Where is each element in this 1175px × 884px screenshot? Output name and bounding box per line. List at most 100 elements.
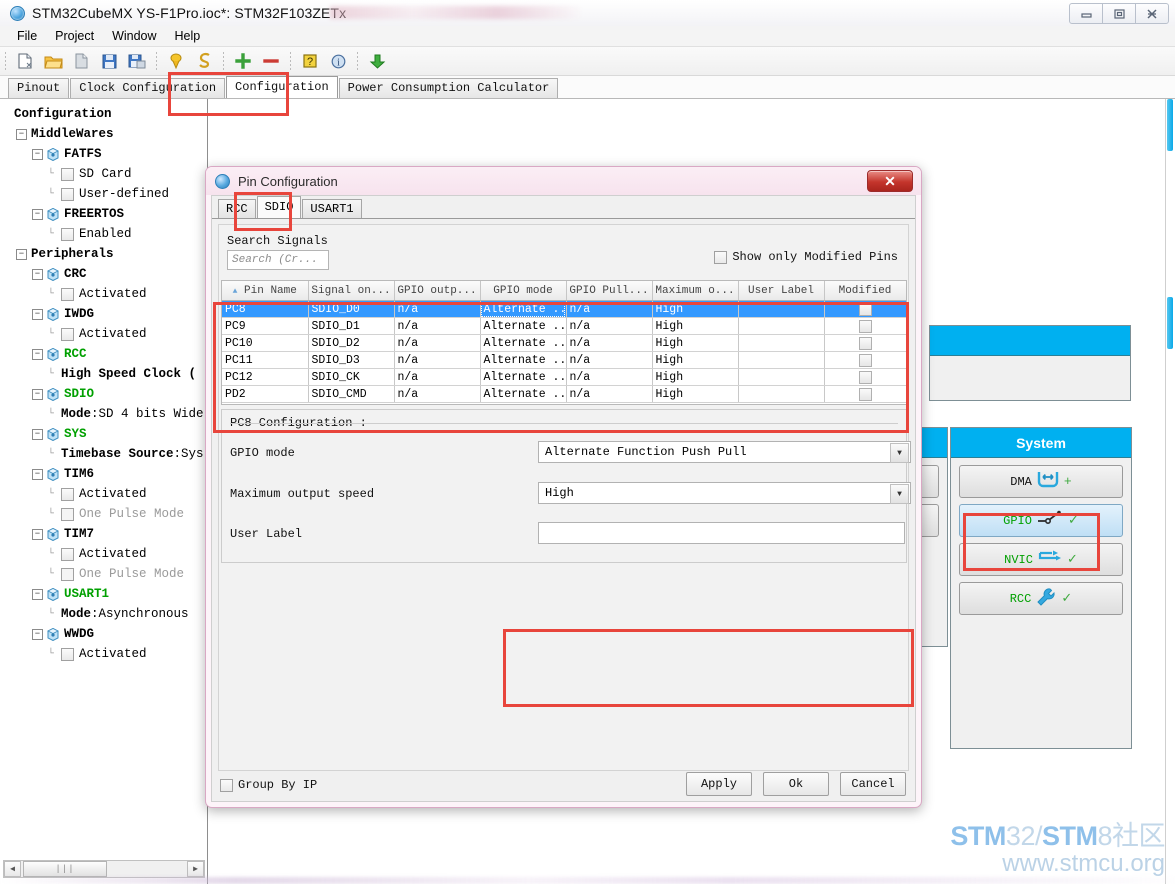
tree-item-freertos[interactable]: − FREERTOS	[6, 204, 207, 224]
scroll-left-arrow-icon[interactable]: ◀	[4, 861, 21, 877]
tree-item-one-pulse-mode[interactable]: └ One Pulse Mode	[6, 504, 207, 524]
tab-power-consumption-calculator[interactable]: Power Consumption Calculator	[338, 78, 559, 98]
tree-checkbox[interactable]	[61, 547, 74, 561]
tree-expander-icon[interactable]: −	[32, 528, 43, 540]
modified-checkbox[interactable]	[858, 302, 872, 316]
gpio-pull-cell[interactable]: n/a	[566, 351, 653, 369]
maximum-output-speed-select[interactable]: High ▼	[538, 482, 911, 504]
import-icon[interactable]	[165, 50, 187, 72]
tree-expander-icon[interactable]: −	[32, 468, 43, 480]
menu-window[interactable]: Window	[103, 28, 165, 44]
tree-expander-icon[interactable]: −	[16, 128, 27, 140]
tree-item-middlewares[interactable]: − MiddleWares	[6, 124, 207, 144]
tree-item-wwdg[interactable]: − WWDG	[6, 624, 207, 644]
apply-button[interactable]: Apply	[686, 772, 752, 796]
tree-item-activated[interactable]: └ Activated	[6, 644, 207, 664]
modified-cell[interactable]	[824, 317, 906, 335]
tree-expander-icon[interactable]: −	[32, 388, 43, 400]
tree-expander-icon[interactable]: −	[32, 428, 43, 440]
tree-item-usart1[interactable]: − USART1	[6, 584, 207, 604]
tree-item-timebase-source-sys[interactable]: └ Timebase Source:Sys	[6, 444, 207, 464]
help-icon[interactable]: ?	[299, 50, 321, 72]
tree-checkbox[interactable]	[61, 187, 74, 201]
user-label-cell[interactable]	[738, 385, 825, 403]
tree-expander-icon[interactable]: −	[32, 628, 43, 640]
tree-expander-icon[interactable]: −	[32, 308, 43, 320]
tree-item-peripherals[interactable]: − Peripherals	[6, 244, 207, 264]
new-file-icon[interactable]	[14, 50, 36, 72]
group-by-ip-checkbox[interactable]	[220, 778, 233, 792]
column-header-user-label[interactable]: User Label	[738, 281, 825, 301]
pin-name-cell[interactable]: PC9	[222, 317, 309, 335]
dialog-close-button[interactable]	[867, 170, 913, 192]
pin-table-container[interactable]: ▲ Pin Name Signal on... GPIO outp... GPI…	[221, 280, 907, 405]
maximum-output-cell[interactable]: High	[652, 368, 739, 386]
tree-horizontal-scrollbar[interactable]: ◀ ||| ▶	[3, 860, 205, 878]
dma-button[interactable]: DMA +	[959, 465, 1123, 498]
tree-expander-icon[interactable]: −	[32, 148, 43, 160]
signal-cell[interactable]: SDIO_D3	[308, 351, 395, 369]
tree-checkbox[interactable]	[61, 287, 74, 301]
tree-item-sdio[interactable]: − SDIO	[6, 384, 207, 404]
modified-checkbox[interactable]	[858, 387, 872, 401]
user-label-cell[interactable]	[738, 317, 825, 335]
user-label-cell[interactable]	[738, 334, 825, 352]
chevron-down-icon[interactable]: ▼	[890, 443, 909, 463]
gpio-mode-select[interactable]: Alternate Function Push Pull ▼	[538, 441, 911, 463]
tree-checkbox[interactable]	[61, 327, 74, 341]
generate-code-icon[interactable]	[193, 50, 215, 72]
save-icon[interactable]	[98, 50, 120, 72]
user-label-cell[interactable]	[738, 368, 825, 386]
tab-pinout[interactable]: Pinout	[8, 78, 70, 98]
modified-cell[interactable]	[824, 368, 906, 386]
pin-table-row[interactable]: PC9 SDIO_D1 n/a Alternate ... n/a High	[222, 317, 906, 335]
tree-item-activated[interactable]: └ Activated	[6, 484, 207, 504]
gpio-button[interactable]: GPIO ✓	[959, 504, 1123, 537]
rcc-button[interactable]: RCC ✓	[959, 582, 1123, 615]
tree-checkbox[interactable]	[61, 487, 74, 501]
tree-item-fatfs[interactable]: − FATFS	[6, 144, 207, 164]
tab-configuration[interactable]: Configuration	[226, 76, 338, 98]
modified-cell[interactable]	[824, 300, 906, 318]
tree-expander-icon[interactable]: −	[32, 348, 43, 360]
tree-checkbox[interactable]	[61, 507, 74, 521]
tree-checkbox[interactable]	[61, 647, 74, 661]
close-button[interactable]	[1135, 3, 1169, 24]
menu-file[interactable]: File	[8, 28, 46, 44]
pin-name-cell[interactable]: PC11	[222, 351, 309, 369]
tree-expander-icon[interactable]: −	[32, 208, 43, 220]
scroll-right-arrow-icon[interactable]: ▶	[187, 861, 204, 877]
copy-page-icon[interactable]	[70, 50, 92, 72]
menu-project[interactable]: Project	[46, 28, 103, 44]
tree-checkbox[interactable]	[61, 567, 74, 581]
gpio-output-cell[interactable]: n/a	[394, 317, 481, 335]
pin-table-row[interactable]: PD2 SDIO_CMD n/a Alternate ... n/a High	[222, 385, 906, 403]
modified-checkbox[interactable]	[858, 370, 872, 384]
gpio-pull-cell[interactable]: n/a	[566, 300, 653, 318]
maximum-output-cell[interactable]: High	[652, 300, 739, 318]
maximize-button[interactable]	[1102, 3, 1136, 24]
gpio-mode-cell[interactable]: Alternate ...	[480, 300, 567, 318]
pin-name-cell[interactable]: PC10	[222, 334, 309, 352]
minimize-button[interactable]	[1069, 3, 1103, 24]
pin-table-row[interactable]: PC11 SDIO_D3 n/a Alternate ... n/a High	[222, 351, 906, 369]
tree-expander-icon[interactable]: −	[32, 268, 43, 280]
add-icon[interactable]	[232, 50, 254, 72]
column-header-modified[interactable]: Modified	[824, 281, 906, 301]
gpio-output-cell[interactable]: n/a	[394, 368, 481, 386]
remove-icon[interactable]	[260, 50, 282, 72]
search-input[interactable]: Search (Cr...	[227, 250, 329, 270]
tree-item-rcc[interactable]: − RCC	[6, 344, 207, 364]
download-icon[interactable]	[366, 50, 388, 72]
maximum-output-cell[interactable]: High	[652, 334, 739, 352]
gpio-mode-cell[interactable]: Alternate ...	[480, 368, 567, 386]
nvic-button[interactable]: NVIC ✓	[959, 543, 1123, 576]
dialog-tab-sdio[interactable]: SDIO	[256, 196, 302, 218]
pin-name-cell[interactable]: PC8	[222, 300, 309, 318]
gpio-pull-cell[interactable]: n/a	[566, 385, 653, 403]
tree-item-one-pulse-mode[interactable]: └ One Pulse Mode	[6, 564, 207, 584]
column-header-maximum-output[interactable]: Maximum o...	[652, 281, 739, 301]
user-label-cell[interactable]	[738, 351, 825, 369]
tree-item-sd-card[interactable]: └ SD Card	[6, 164, 207, 184]
column-header-gpio-mode[interactable]: GPIO mode	[480, 281, 567, 301]
